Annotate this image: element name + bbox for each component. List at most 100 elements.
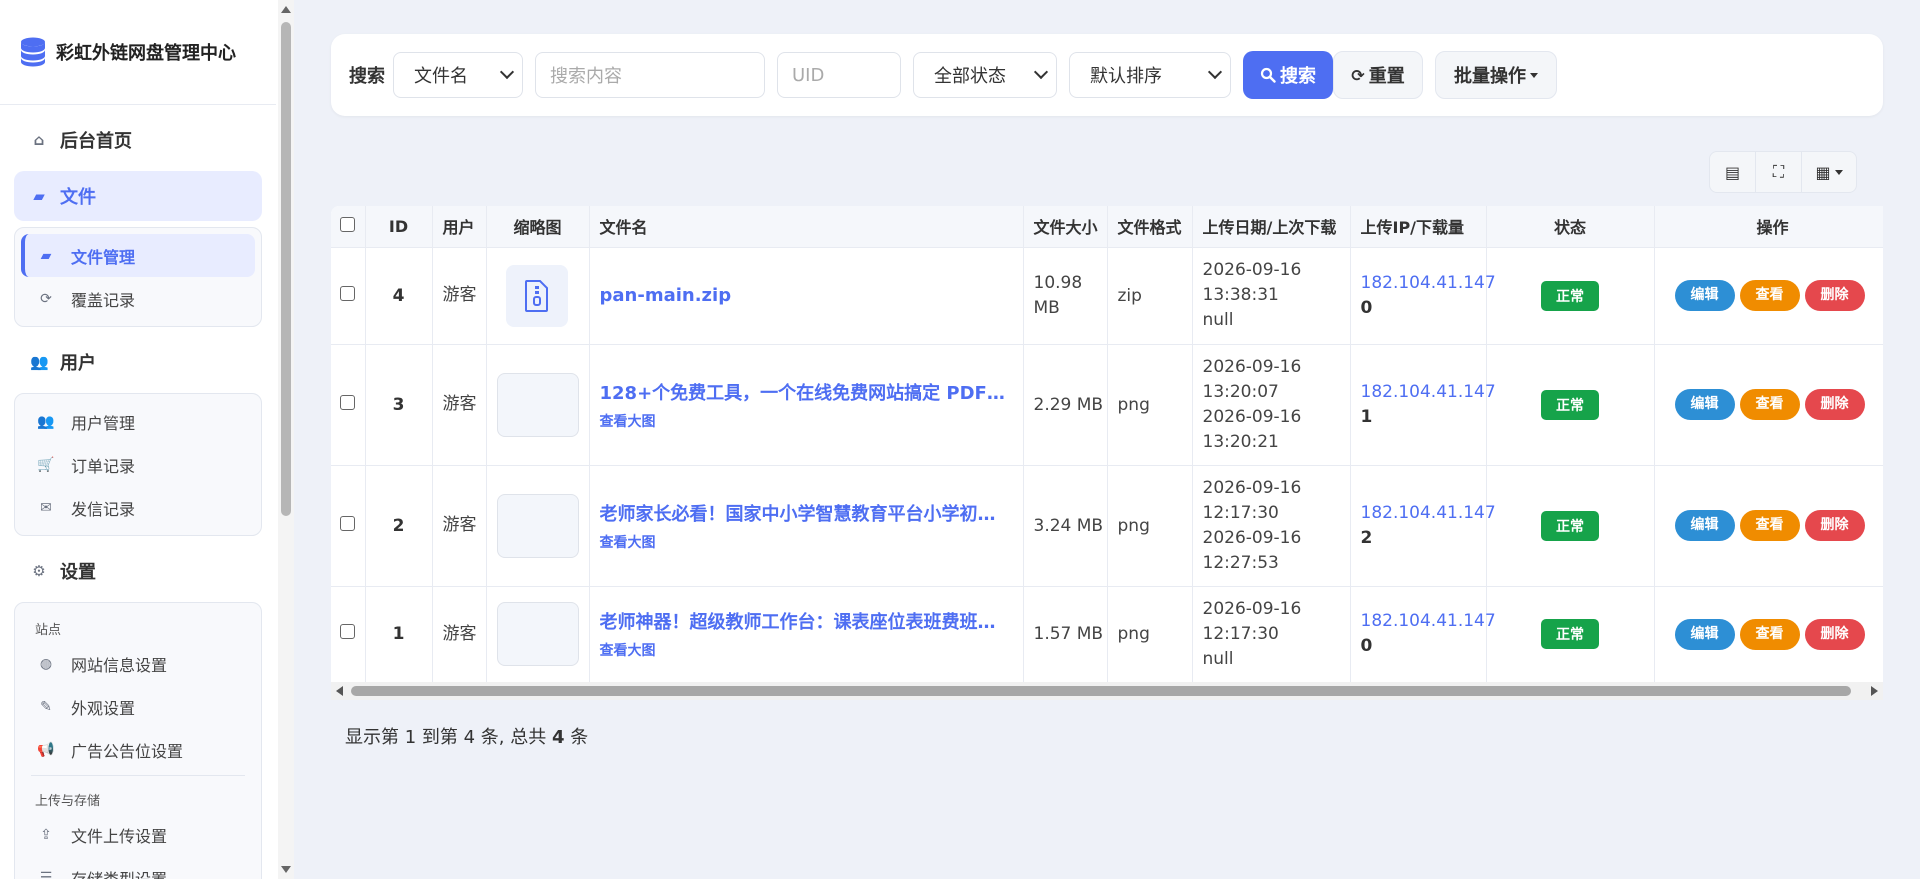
upload-ip-link[interactable]: 182.104.41.147: [1361, 271, 1496, 296]
upload-ip-link[interactable]: 182.104.41.147: [1361, 380, 1496, 405]
uid-input[interactable]: UID: [777, 52, 901, 98]
cell-format: png: [1107, 586, 1193, 683]
list-icon: ▤: [1724, 162, 1741, 182]
scrollbar-thumb[interactable]: [281, 22, 291, 516]
sidebar-item-label: 发信记录: [71, 499, 136, 519]
edit-button[interactable]: 编辑: [1674, 510, 1735, 541]
brand[interactable]: 彩虹外链网盘管理中心: [0, 0, 276, 105]
sidebar-item-order-records[interactable]: 🛒 订单记录: [21, 443, 255, 486]
sidebar-item-overwrite-records[interactable]: ⟳ 覆盖记录: [21, 277, 255, 320]
select-all-checkbox[interactable]: [340, 216, 356, 232]
fullscreen-button[interactable]: ⛶: [1756, 152, 1802, 192]
image-thumbnail[interactable]: [496, 602, 579, 666]
delete-button[interactable]: 删除: [1804, 510, 1865, 541]
scroll-down-arrow-icon[interactable]: [281, 866, 291, 873]
view-button[interactable]: 查看: [1739, 510, 1800, 541]
columns-toggle-button[interactable]: ▦: [1802, 152, 1856, 192]
row-checkbox[interactable]: [340, 624, 356, 639]
divider: [31, 775, 245, 776]
col-header-filename[interactable]: 文件名: [589, 206, 1024, 248]
table-row: 3 游客 128+个免费工具，一个在线免费网站搞定 PDF 图... 查看大图 …: [331, 344, 1883, 466]
col-header-dates[interactable]: 上传日期/上次下载: [1192, 206, 1351, 248]
file-thumbnail[interactable]: [505, 264, 568, 327]
table-row: 1 游客 老师神器！超级教师工作台：课表座位表班费班务... 查看大图 1.57…: [331, 586, 1883, 683]
reset-button[interactable]: ⟳ 重置: [1333, 51, 1423, 99]
status-badge[interactable]: 正常: [1541, 510, 1599, 541]
sidebar-item-site-info[interactable]: ◍ 网站信息设置: [21, 642, 255, 685]
detail-view-button[interactable]: ▤: [1710, 152, 1756, 192]
batch-operations-button[interactable]: 批量操作: [1435, 51, 1557, 99]
image-thumbnail[interactable]: [496, 372, 579, 437]
delete-button[interactable]: 删除: [1804, 280, 1865, 311]
col-header-status[interactable]: 状态: [1486, 206, 1655, 248]
delete-button[interactable]: 删除: [1804, 389, 1865, 420]
sort-select[interactable]: 默认排序: [1069, 52, 1231, 98]
status-badge[interactable]: 正常: [1541, 619, 1599, 649]
edit-button[interactable]: 编辑: [1674, 280, 1735, 311]
sidebar-item-files[interactable]: ▰ 文件: [14, 171, 262, 221]
col-header-ip-downloads[interactable]: 上传IP/下载量: [1350, 206, 1487, 248]
image-thumbnail[interactable]: [496, 493, 579, 558]
gear-icon: ⚙: [32, 562, 46, 580]
table-horizontal-scrollbar[interactable]: [331, 682, 1883, 700]
status-badge[interactable]: 正常: [1541, 389, 1599, 420]
cell-id: 3: [365, 344, 433, 466]
sidebar-item-ads[interactable]: 📢 广告公告位设置: [21, 728, 255, 771]
file-name-link[interactable]: 老师神器！超级教师工作台：课表座位表班费班务...: [600, 608, 1010, 634]
sidebar-item-upload-settings[interactable]: ⇪ 文件上传设置: [21, 813, 255, 856]
sidebar-item-user-management[interactable]: 👥 用户管理: [21, 400, 255, 443]
cell-actions: 编辑 查看 删除: [1654, 247, 1883, 345]
row-select-cell: [331, 586, 366, 683]
search-field-select[interactable]: 文件名: [393, 52, 523, 98]
view-large-image-link[interactable]: 查看大图: [600, 640, 1023, 660]
row-checkbox[interactable]: [340, 285, 356, 301]
upload-ip-link[interactable]: 182.104.41.147: [1361, 609, 1496, 634]
upload-date: 2026-09-16 12:17:30: [1202, 598, 1302, 644]
delete-button[interactable]: 删除: [1804, 618, 1865, 650]
view-button[interactable]: 查看: [1739, 618, 1800, 650]
view-button[interactable]: 查看: [1739, 280, 1800, 311]
status-badge[interactable]: 正常: [1541, 280, 1599, 311]
cell-user: 游客: [432, 247, 487, 345]
upload-icon: ⇪: [40, 826, 52, 843]
sidebar-scrollbar[interactable]: [278, 0, 294, 879]
file-name-link[interactable]: 128+个免费工具，一个在线免费网站搞定 PDF 图...: [600, 379, 1010, 405]
upload-date: 2026-09-16 12:17:30: [1202, 477, 1302, 523]
sidebar-item-label: 后台首页: [60, 131, 132, 152]
col-header-size[interactable]: 文件大小: [1023, 206, 1108, 248]
sidebar-item-file-management[interactable]: ▰ 文件管理: [21, 234, 255, 277]
sidebar-item-users[interactable]: 👥 用户: [0, 337, 276, 387]
search-button[interactable]: 搜索: [1243, 51, 1333, 99]
batch-button-label: 批量操作: [1454, 66, 1526, 87]
scrollbar-thumb[interactable]: [351, 686, 1851, 696]
cell-filename: 老师神器！超级教师工作台：课表座位表班费班务... 查看大图: [589, 586, 1024, 683]
edit-button[interactable]: 编辑: [1674, 618, 1735, 650]
row-checkbox[interactable]: [340, 394, 356, 410]
view-button[interactable]: 查看: [1739, 389, 1800, 420]
scroll-left-arrow-icon[interactable]: [336, 686, 343, 696]
edit-button[interactable]: 编辑: [1674, 389, 1735, 420]
cell-status: 正常: [1486, 586, 1655, 683]
sidebar-item-home[interactable]: ⌂ 后台首页: [0, 115, 276, 165]
row-select-cell: [331, 344, 366, 466]
sidebar-item-mail-records[interactable]: ✉ 发信记录: [21, 486, 255, 529]
file-name-link[interactable]: pan-main.zip: [600, 285, 1010, 306]
zip-file-icon: [524, 279, 548, 312]
sidebar-item-settings[interactable]: ⚙ 设置: [0, 546, 276, 596]
cell-thumbnail: [486, 465, 590, 587]
upload-ip-link[interactable]: 182.104.41.147: [1361, 501, 1496, 526]
file-name-link[interactable]: 老师家长必看！国家中小学智慧教育平台小学初中...: [600, 500, 1010, 526]
view-large-image-link[interactable]: 查看大图: [600, 411, 1023, 431]
cell-id: 2: [365, 465, 433, 587]
status-select[interactable]: 全部状态: [913, 52, 1057, 98]
sidebar-item-appearance[interactable]: ✎ 外观设置: [21, 685, 255, 728]
sidebar-item-storage-type[interactable]: ☰ 存储类型设置: [21, 856, 255, 879]
view-large-image-link[interactable]: 查看大图: [600, 532, 1023, 552]
scroll-right-arrow-icon[interactable]: [1871, 686, 1878, 696]
col-header-format[interactable]: 文件格式: [1107, 206, 1193, 248]
row-checkbox[interactable]: [340, 515, 356, 531]
col-header-id[interactable]: ID: [365, 206, 433, 248]
scroll-up-arrow-icon[interactable]: [281, 6, 291, 13]
col-header-user[interactable]: 用户: [432, 206, 487, 248]
search-input[interactable]: 搜索内容: [535, 52, 765, 98]
